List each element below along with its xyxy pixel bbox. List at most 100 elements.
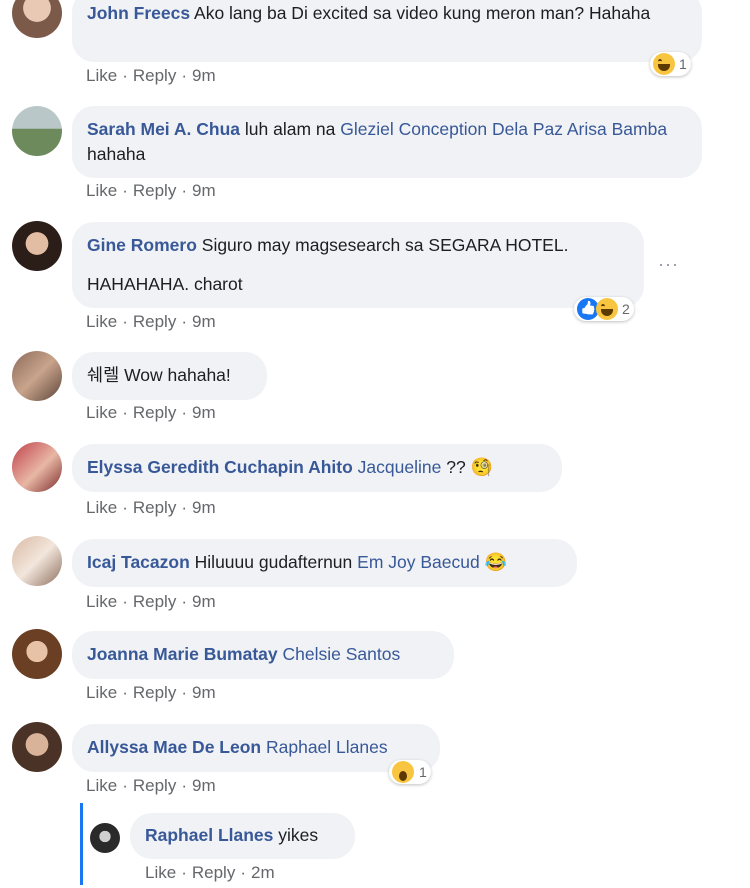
timestamp[interactable]: 9m bbox=[192, 181, 216, 201]
mention-link[interactable]: Chelsie Santos bbox=[283, 644, 401, 664]
comment-actions: Like · Reply · 2m bbox=[145, 863, 275, 883]
reply-link[interactable]: Reply bbox=[133, 181, 176, 201]
like-link[interactable]: Like bbox=[86, 683, 117, 703]
commenter-name[interactable]: Allyssa Mae De Leon bbox=[87, 737, 261, 757]
like-link[interactable]: Like bbox=[86, 498, 117, 518]
comment-actions: Like · Reply · 9m bbox=[86, 498, 216, 518]
avatar[interactable] bbox=[12, 106, 62, 156]
commenter-name[interactable]: Elyssa Geredith Cuchapin Ahito bbox=[87, 457, 353, 477]
tears-of-joy-icon: 😂 bbox=[484, 552, 507, 572]
comment-actions: Like · Reply · 9m bbox=[86, 181, 216, 201]
comment-actions: Like · Reply · 9m bbox=[86, 403, 216, 423]
timestamp[interactable]: 2m bbox=[251, 863, 275, 883]
commenter-name[interactable]: Icaj Tacazon bbox=[87, 552, 190, 572]
comment-text: hahaha bbox=[87, 144, 146, 164]
comment-bubble: Raphael Llanes yikes bbox=[130, 813, 355, 859]
timestamp[interactable]: 9m bbox=[192, 403, 216, 423]
comment-actions: Like · Reply · 9m bbox=[86, 776, 216, 796]
avatar[interactable] bbox=[12, 722, 62, 772]
comment-actions: Like · Reply · 9m bbox=[86, 66, 216, 86]
timestamp[interactable]: 9m bbox=[192, 312, 216, 332]
reaction-summary[interactable]: 2 bbox=[574, 297, 634, 321]
avatar[interactable] bbox=[12, 442, 62, 492]
separator: · bbox=[240, 863, 246, 882]
separator: · bbox=[122, 592, 128, 611]
comment-text: Hiluuuu gudafternun bbox=[194, 552, 358, 572]
timestamp[interactable]: 9m bbox=[192, 683, 216, 703]
timestamp[interactable]: 9m bbox=[192, 498, 216, 518]
reply-link[interactable]: Reply bbox=[192, 863, 235, 883]
like-link[interactable]: Like bbox=[86, 403, 117, 423]
commenter-name[interactable]: John Freecs bbox=[87, 3, 190, 23]
avatar[interactable] bbox=[90, 823, 120, 853]
comment-text: ?? bbox=[441, 457, 471, 477]
separator: · bbox=[181, 592, 187, 611]
avatar[interactable] bbox=[12, 629, 62, 679]
like-link[interactable]: Like bbox=[86, 181, 117, 201]
commenter-name[interactable]: Sarah Mei A. Chua bbox=[87, 119, 240, 139]
separator: · bbox=[181, 498, 187, 517]
wow-icon bbox=[392, 761, 414, 783]
mention-link[interactable]: Raphael Llanes bbox=[266, 737, 388, 757]
reaction-count: 2 bbox=[622, 301, 630, 317]
monocle-face-icon: 🧐 bbox=[470, 457, 493, 477]
reply-link[interactable]: Reply bbox=[133, 66, 176, 86]
comment-text: yikes bbox=[278, 825, 319, 845]
commenter-name[interactable]: 쉐렐 bbox=[87, 365, 119, 385]
mention-link[interactable]: Gleziel Conception Dela Paz Arisa Bamba bbox=[340, 119, 667, 139]
comment-text: Wow hahaha! bbox=[124, 365, 231, 385]
comment-actions: Like · Reply · 9m bbox=[86, 312, 216, 332]
reaction-count: 1 bbox=[419, 764, 427, 780]
comment-actions: Like · Reply · 9m bbox=[86, 683, 216, 703]
separator: · bbox=[181, 403, 187, 422]
comment-text: Siguro may magsesearch sa SEGARA HOTEL. bbox=[201, 235, 569, 255]
reply-link[interactable]: Reply bbox=[133, 403, 176, 423]
reaction-summary[interactable]: 1 bbox=[650, 52, 691, 76]
more-options-icon[interactable]: ··· bbox=[658, 254, 679, 275]
mention-link[interactable]: Jacqueline bbox=[358, 457, 442, 477]
reply-link[interactable]: Reply bbox=[133, 312, 176, 332]
separator: · bbox=[122, 498, 128, 517]
reaction-count: 1 bbox=[679, 56, 687, 72]
comment-bubble: Sarah Mei A. Chua luh alam na Gleziel Co… bbox=[72, 106, 702, 178]
comment-bubble: Elyssa Geredith Cuchapin Ahito Jacquelin… bbox=[72, 444, 562, 492]
reply-link[interactable]: Reply bbox=[133, 776, 176, 796]
separator: · bbox=[181, 776, 187, 795]
avatar[interactable] bbox=[12, 536, 62, 586]
separator: · bbox=[181, 66, 187, 85]
reply-link[interactable]: Reply bbox=[133, 592, 176, 612]
separator: · bbox=[122, 312, 128, 331]
like-link[interactable]: Like bbox=[86, 66, 117, 86]
separator: · bbox=[181, 181, 187, 200]
timestamp[interactable]: 9m bbox=[192, 776, 216, 796]
avatar[interactable] bbox=[12, 221, 62, 271]
comment-actions: Like · Reply · 9m bbox=[86, 592, 216, 612]
commenter-name[interactable]: Joanna Marie Bumatay bbox=[87, 644, 278, 664]
comment-text: luh alam na bbox=[244, 119, 341, 139]
avatar[interactable] bbox=[12, 0, 62, 38]
avatar[interactable] bbox=[12, 351, 62, 401]
separator: · bbox=[122, 776, 128, 795]
commenter-name[interactable]: Gine Romero bbox=[87, 235, 197, 255]
reaction-summary[interactable]: 1 bbox=[389, 760, 431, 784]
separator: · bbox=[122, 403, 128, 422]
like-link[interactable]: Like bbox=[145, 863, 176, 883]
like-link[interactable]: Like bbox=[86, 776, 117, 796]
like-link[interactable]: Like bbox=[86, 312, 117, 332]
timestamp[interactable]: 9m bbox=[192, 66, 216, 86]
like-link[interactable]: Like bbox=[86, 592, 117, 612]
separator: · bbox=[181, 312, 187, 331]
separator: · bbox=[122, 683, 128, 702]
reply-thread-line bbox=[80, 803, 83, 885]
commenter-name[interactable]: Raphael Llanes bbox=[145, 825, 273, 845]
comment-text: HAHAHAHA. charot bbox=[87, 274, 243, 294]
comment-bubble: Gine Romero Siguro may magsesearch sa SE… bbox=[72, 222, 644, 308]
reply-link[interactable]: Reply bbox=[133, 498, 176, 518]
timestamp[interactable]: 9m bbox=[192, 592, 216, 612]
haha-icon bbox=[653, 53, 675, 75]
mention-link[interactable]: Em Joy Baecud bbox=[357, 552, 480, 572]
haha-icon bbox=[596, 298, 618, 320]
separator: · bbox=[122, 66, 128, 85]
reply-link[interactable]: Reply bbox=[133, 683, 176, 703]
comment-bubble: Icaj Tacazon Hiluuuu gudafternun Em Joy … bbox=[72, 539, 577, 587]
